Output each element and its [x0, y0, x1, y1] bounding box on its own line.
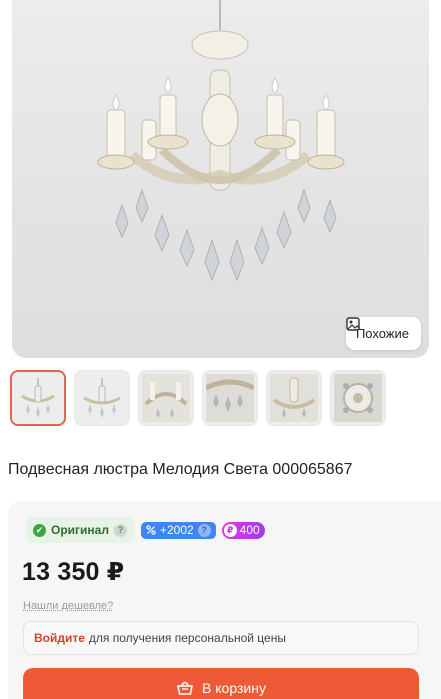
image-search-icon [346, 317, 360, 331]
thumbnail[interactable] [138, 370, 194, 426]
similar-label: Похожие [356, 326, 409, 341]
similar-button[interactable]: Похожие [346, 317, 421, 350]
login-prompt-text: для получения персональной цены [89, 631, 286, 645]
points-label: 400 [240, 523, 260, 537]
thumbnail[interactable] [266, 370, 322, 426]
points-badge[interactable]: ₽ 400 [222, 522, 265, 539]
chandelier-arms-thumb-icon [142, 374, 190, 422]
price: 13 350 ₽ [22, 557, 124, 587]
add-to-cart-button[interactable]: В корзину [23, 668, 419, 699]
chandelier-side-thumb-icon [78, 374, 126, 422]
chandelier-front-thumb-icon [14, 374, 62, 422]
chandelier-crystals-thumb-icon [206, 374, 254, 422]
thumbnail[interactable] [330, 370, 386, 426]
add-to-cart-label: В корзину [202, 680, 266, 696]
found-cheaper-link[interactable]: Нашли дешевле? [23, 600, 113, 612]
badge-row: ✔ Оригинал ? +2002 ? ₽ 400 [26, 517, 265, 543]
chandelier-bottom-thumb-icon [334, 374, 382, 422]
check-icon: ✔ [33, 524, 46, 537]
points-icon: ₽ [224, 524, 237, 537]
login-prompt: Войдите для получения персональной цены [23, 621, 419, 655]
product-title: Подвесная люстра Мелодия Света 000065867 [8, 461, 353, 479]
price-card: ✔ Оригинал ? +2002 ? ₽ 400 13 350 ₽ Нашл… [8, 501, 441, 699]
product-image[interactable]: Похожие [12, 0, 429, 358]
chandelier-center-thumb-icon [270, 374, 318, 422]
original-label: Оригинал [51, 523, 109, 537]
help-icon[interactable]: ? [198, 524, 211, 537]
help-icon[interactable]: ? [114, 524, 127, 537]
thumbnail[interactable] [202, 370, 258, 426]
basket-icon [176, 679, 194, 697]
thumbnail-strip [10, 370, 386, 426]
bonus-badge[interactable]: +2002 ? [141, 522, 216, 539]
original-badge[interactable]: ✔ Оригинал ? [26, 517, 135, 543]
percent-tag-icon [146, 525, 156, 535]
bonus-label: +2002 [160, 523, 194, 537]
thumbnail[interactable] [10, 370, 66, 426]
thumbnail[interactable] [74, 370, 130, 426]
login-link[interactable]: Войдите [34, 631, 85, 645]
chandelier-image [12, 0, 429, 358]
